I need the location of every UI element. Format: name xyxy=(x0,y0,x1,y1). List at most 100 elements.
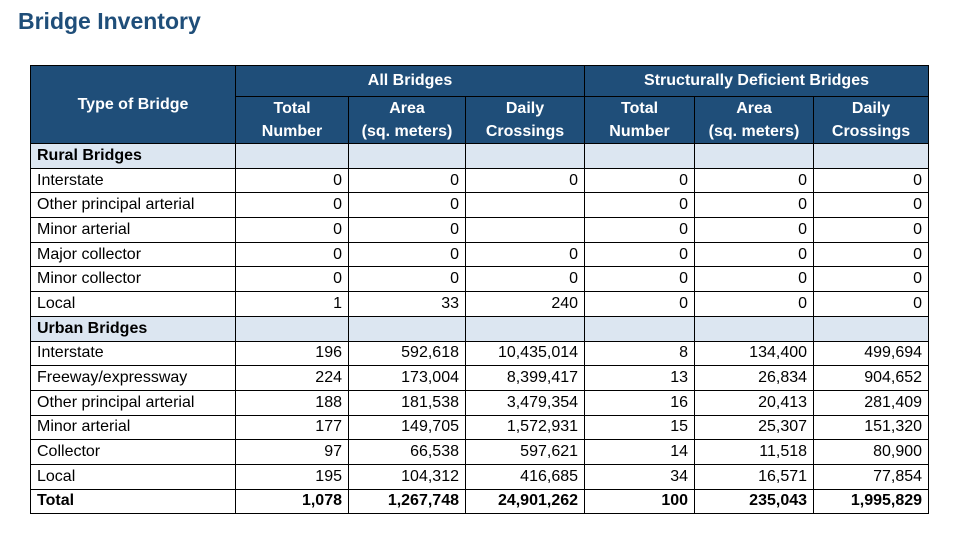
table-cell: 0 xyxy=(694,167,815,194)
table-cell xyxy=(584,143,696,169)
col-header-sd-total-number: Total Number xyxy=(584,96,696,144)
table-row: Interstate 0 0 0 0 0 0 xyxy=(30,167,930,194)
table-row: Interstate 196 592,618 10,435,014 8 134,400 49… xyxy=(30,340,930,367)
table-row: Minor collector 0 0 0 0 0 0 xyxy=(30,266,930,293)
total-row: Total 1,078 1,267,748 24,901,262 100 235,043 1… xyxy=(30,488,930,515)
table-cell: 173,004 xyxy=(348,365,466,391)
table-cell: 0 xyxy=(813,167,930,194)
table-cell: 181,538 xyxy=(348,389,466,416)
table-cell: 0 xyxy=(235,241,349,268)
section-label: Rural Bridges xyxy=(30,143,236,169)
table-cell: 149,705 xyxy=(348,414,466,441)
col-header-daily-crossings: Daily Crossings xyxy=(464,96,586,144)
table-cell: 195 xyxy=(235,463,349,490)
table-cell: 904,652 xyxy=(813,365,930,391)
table-cell xyxy=(584,315,696,342)
table-cell: 104,312 xyxy=(348,463,466,490)
table-cell: 0 xyxy=(694,192,815,219)
table-cell: 0 xyxy=(235,192,349,219)
table-cell: 1,572,931 xyxy=(464,414,586,441)
section-row: Urban Bridges xyxy=(30,315,930,342)
table-cell: 0 xyxy=(464,241,586,268)
page-title: Bridge Inventory xyxy=(18,8,201,34)
table-cell: 8,399,417 xyxy=(464,365,586,391)
table-cell: 26,834 xyxy=(694,365,815,391)
table-cell: 0 xyxy=(694,241,815,268)
col-header-area: Area (sq. meters) xyxy=(348,96,466,144)
table-cell: 20,413 xyxy=(694,389,815,416)
section-label: Urban Bridges xyxy=(30,315,236,342)
table-cell: 416,685 xyxy=(464,463,586,490)
table-cell: 1,078 xyxy=(235,488,349,515)
table-cell xyxy=(348,143,466,169)
table-cell: 3,479,354 xyxy=(464,389,586,416)
row-label: Major collector xyxy=(30,241,236,268)
table-cell: 0 xyxy=(348,266,466,293)
table-cell: 34 xyxy=(584,463,696,490)
table-cell: 281,409 xyxy=(813,389,930,416)
table-cell: 8 xyxy=(584,340,696,367)
row-label: Total xyxy=(30,488,236,515)
row-label: Collector xyxy=(30,439,236,465)
table-header: Type of Bridge All Bridges Structurally … xyxy=(30,65,930,144)
table-cell: 0 xyxy=(584,241,696,268)
table-cell: 240 xyxy=(464,291,586,317)
table-cell: 0 xyxy=(235,217,349,243)
table-cell xyxy=(348,315,466,342)
table-row: Local 1 33 240 0 0 0 xyxy=(30,291,930,317)
table-cell: 224 xyxy=(235,365,349,391)
table-cell: 0 xyxy=(235,266,349,293)
table-cell: 196 xyxy=(235,340,349,367)
table-cell: 0 xyxy=(813,266,930,293)
row-label: Minor collector xyxy=(30,266,236,293)
table-cell: 16 xyxy=(584,389,696,416)
table-cell: 0 xyxy=(584,291,696,317)
row-label: Interstate xyxy=(30,167,236,194)
table-row: Minor arterial 0 0 0 0 0 xyxy=(30,217,930,243)
table-cell: 0 xyxy=(813,217,930,243)
table-cell: 16,571 xyxy=(694,463,815,490)
table-cell xyxy=(235,143,349,169)
table-cell: 77,854 xyxy=(813,463,930,490)
structurally-deficient-header: Structurally Deficient Bridges xyxy=(584,65,930,97)
table-cell: 14 xyxy=(584,439,696,465)
table-row: Local 195 104,312 416,685 34 16,571 77,854 xyxy=(30,463,930,490)
table-cell: 0 xyxy=(348,241,466,268)
row-label: Interstate xyxy=(30,340,236,367)
table-cell xyxy=(813,143,930,169)
table-cell: 13 xyxy=(584,365,696,391)
table-cell: 0 xyxy=(813,291,930,317)
table-cell xyxy=(694,315,815,342)
table-cell xyxy=(694,143,815,169)
table-cell: 10,435,014 xyxy=(464,340,586,367)
table-cell: 66,538 xyxy=(348,439,466,465)
row-label: Other principal arterial xyxy=(30,192,236,219)
table-cell xyxy=(464,315,586,342)
row-label: Other principal arterial xyxy=(30,389,236,416)
table-cell: 0 xyxy=(348,192,466,219)
table-cell: 0 xyxy=(235,167,349,194)
table-cell xyxy=(464,143,586,169)
table-cell xyxy=(813,315,930,342)
table-cell: 33 xyxy=(348,291,466,317)
table-cell: 0 xyxy=(813,241,930,268)
table-cell: 0 xyxy=(584,167,696,194)
table-cell: 80,900 xyxy=(813,439,930,465)
row-label: Local xyxy=(30,463,236,490)
table-cell: 1,267,748 xyxy=(348,488,466,515)
row-label: Freeway/expressway xyxy=(30,365,236,391)
table-cell: 188 xyxy=(235,389,349,416)
table-row: Other principal arterial 0 0 0 0 0 xyxy=(30,192,930,219)
row-label: Minor arterial xyxy=(30,414,236,441)
table-row: Minor arterial 177 149,705 1,572,931 15 25,30… xyxy=(30,414,930,441)
table-cell: 0 xyxy=(694,291,815,317)
table-cell: 499,694 xyxy=(813,340,930,367)
table-row: Collector 97 66,538 597,621 14 11,518 80,900 xyxy=(30,439,930,465)
table-cell: 97 xyxy=(235,439,349,465)
table-cell: 1,995,829 xyxy=(813,488,930,515)
table-cell: 0 xyxy=(584,266,696,293)
row-label: Local xyxy=(30,291,236,317)
table-cell: 0 xyxy=(348,217,466,243)
section-row: Rural Bridges xyxy=(30,143,930,169)
table-cell: 0 xyxy=(464,266,586,293)
